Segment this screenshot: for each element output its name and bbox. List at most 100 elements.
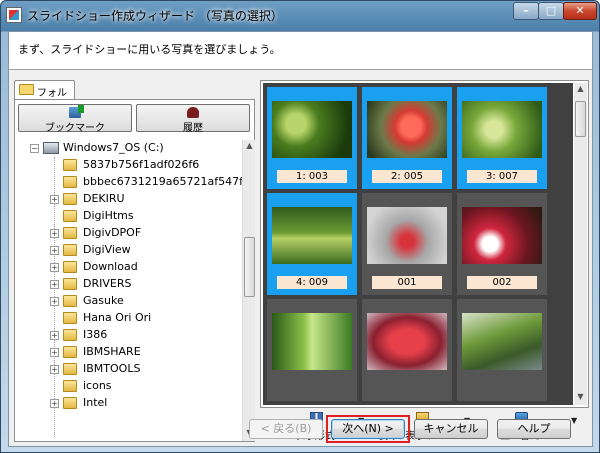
tab-folder[interactable]: フォルダ xyxy=(14,80,75,114)
photo-caption: 002 xyxy=(467,276,537,289)
folder-tree: − Windows7_OS (C:) 5837b756f1adf026f6 bbbec… xyxy=(20,140,242,438)
close-button[interactable]: ✕ xyxy=(563,2,597,20)
wizard-window: スライドショー作成ウィザード （写真の選択） – □ ✕ まず、スライドショーに… xyxy=(0,0,600,453)
back-button[interactable]: < 戻る(B) xyxy=(249,419,323,439)
folder-icon xyxy=(63,193,77,205)
tree-item[interactable]: icons xyxy=(20,378,242,395)
tree-item[interactable]: + Intel xyxy=(20,395,242,412)
tree-item-label: DigiView xyxy=(83,243,131,256)
photo-thumbnail[interactable] xyxy=(362,299,452,401)
bookmark-icon xyxy=(69,105,84,118)
folder-icon xyxy=(63,346,77,358)
photo-caption: 2: 005 xyxy=(372,170,442,183)
photo-thumbnail[interactable]: 2: 005 xyxy=(362,87,452,189)
tree-item-label: IBMSHARE xyxy=(83,345,141,358)
expand-icon[interactable]: + xyxy=(50,246,59,255)
maximize-button[interactable]: □ xyxy=(538,2,564,20)
scroll-down-icon[interactable]: ▼ xyxy=(575,392,586,404)
photo-thumbnail[interactable]: 002 xyxy=(457,193,547,295)
gallery-scrollbar[interactable]: ▲ ▼ xyxy=(574,83,587,405)
tree-item-label: Download xyxy=(83,260,138,273)
tree-item[interactable]: 5837b756f1adf026f6 xyxy=(20,157,242,174)
folder-icon xyxy=(19,84,34,95)
folder-icon xyxy=(63,227,77,239)
bookmark-label: ブックマーク xyxy=(45,123,105,134)
tree-item[interactable]: + Download xyxy=(20,259,242,276)
tree-item-label: bbbec6731219a65721af547f xyxy=(83,175,242,188)
tree-item[interactable]: + DEKIRU xyxy=(20,191,242,208)
scroll-thumb[interactable] xyxy=(244,237,255,297)
tree-item-label: DigiHtms xyxy=(83,209,134,222)
tree-item[interactable]: bbbec6731219a65721af547f xyxy=(20,174,242,191)
photo-image xyxy=(367,101,447,158)
history-label: 履歴 xyxy=(183,123,203,134)
cancel-button[interactable]: キャンセル xyxy=(414,419,488,439)
tree-item[interactable]: + Gasuke xyxy=(20,293,242,310)
expand-icon[interactable]: + xyxy=(50,195,59,204)
tree-item-label: DigivDPOF xyxy=(83,226,142,239)
tree-item[interactable]: + IBMSHARE xyxy=(20,344,242,361)
tree-item[interactable]: + DRIVERS xyxy=(20,276,242,293)
expand-icon[interactable]: + xyxy=(50,263,59,272)
folder-icon xyxy=(63,261,77,273)
photo-image xyxy=(462,313,542,370)
tree-item[interactable]: − Windows7_OS (C:) xyxy=(20,140,242,157)
expand-icon[interactable]: + xyxy=(50,365,59,374)
collapse-icon[interactable]: − xyxy=(30,144,39,153)
photo-thumbnail[interactable]: 001 xyxy=(362,193,452,295)
minimize-button[interactable]: – xyxy=(513,2,539,20)
bookmark-button[interactable]: ブックマーク xyxy=(18,104,132,134)
expand-icon[interactable]: + xyxy=(50,297,59,306)
folder-icon xyxy=(63,176,77,188)
folder-icon xyxy=(63,380,77,392)
expand-icon[interactable]: + xyxy=(50,399,59,408)
folder-icon xyxy=(63,210,77,222)
tree-item[interactable]: + DigivDPOF xyxy=(20,225,242,242)
tree-item[interactable]: Hana Ori Ori xyxy=(20,310,242,327)
expand-icon[interactable]: + xyxy=(50,229,59,238)
photo-caption: 1: 003 xyxy=(277,170,347,183)
history-icon xyxy=(187,107,199,118)
expand-icon[interactable]: + xyxy=(50,348,59,357)
tree-item-label: 5837b756f1adf026f6 xyxy=(83,158,200,171)
history-button[interactable]: 履歴 xyxy=(136,104,250,134)
photo-caption: 3: 007 xyxy=(467,170,537,183)
scroll-up-icon[interactable]: ▲ xyxy=(575,84,586,96)
chevron-down-icon[interactable]: ▼ xyxy=(571,416,577,425)
expand-icon[interactable]: + xyxy=(50,280,59,289)
folder-icon xyxy=(63,363,77,375)
photo-thumbnail[interactable] xyxy=(267,299,357,401)
drive-icon xyxy=(43,142,59,154)
expand-icon[interactable]: + xyxy=(50,331,59,340)
photo-image xyxy=(272,101,352,158)
tree-item[interactable]: + I386 xyxy=(20,327,242,344)
tree-item-label: DRIVERS xyxy=(83,277,132,290)
tree-item[interactable]: DigiHtms xyxy=(20,208,242,225)
photo-thumbnail[interactable]: 4: 009 xyxy=(267,193,357,295)
scroll-thumb[interactable] xyxy=(575,101,586,137)
wizard-client: まず、スライドショーに用いる写真を選びましょう。 フォルダ ブックマーク 履歴 … xyxy=(8,31,593,447)
tree-item-label: Hana Ori Ori xyxy=(83,311,152,324)
tree-item-label: Windows7_OS (C:) xyxy=(63,141,164,154)
folder-icon xyxy=(63,329,77,341)
help-button[interactable]: ヘルプ xyxy=(497,419,571,439)
photo-image xyxy=(367,207,447,264)
tree-item-label: I386 xyxy=(83,328,108,341)
tree-scrollbar[interactable]: ▲ ▼ xyxy=(242,140,255,441)
next-button-highlight xyxy=(326,415,410,443)
photo-image xyxy=(462,101,542,158)
tree-item[interactable]: + IBMTOOLS xyxy=(20,361,242,378)
folder-icon xyxy=(63,278,77,290)
photo-caption: 4: 009 xyxy=(277,276,347,289)
photo-thumbnail[interactable]: 1: 003 xyxy=(267,87,357,189)
title-bar: スライドショー作成ウィザード （写真の選択） – □ ✕ xyxy=(1,1,599,31)
photo-image xyxy=(367,313,447,370)
tree-item-label: IBMTOOLS xyxy=(83,362,141,375)
folder-icon xyxy=(63,244,77,256)
scroll-up-icon[interactable]: ▲ xyxy=(244,141,255,153)
window-title: スライドショー作成ウィザード （写真の選択） xyxy=(27,9,283,23)
tree-item[interactable]: + DigiView xyxy=(20,242,242,259)
photo-thumbnail[interactable] xyxy=(457,299,547,401)
folder-icon xyxy=(63,159,77,171)
photo-thumbnail[interactable]: 3: 007 xyxy=(457,87,547,189)
